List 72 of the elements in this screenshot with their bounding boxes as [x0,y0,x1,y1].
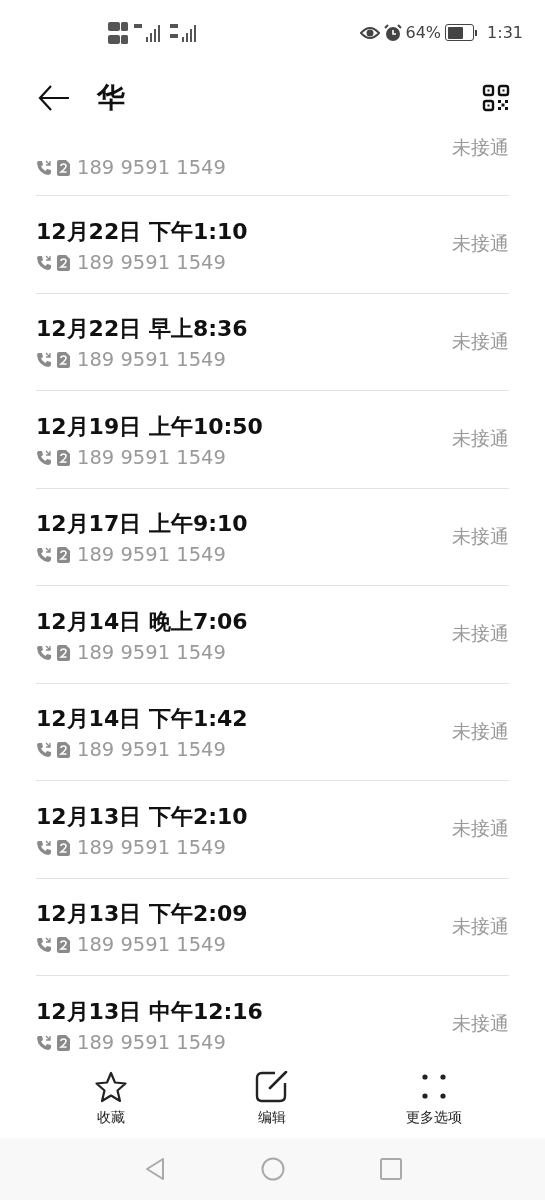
edit-icon [255,1071,290,1103]
sim-two-icon [57,1034,70,1051]
edit-button[interactable]: 编辑 [212,1071,333,1127]
phone-number: 189 9591 1549 [77,1029,226,1056]
call-date-time: 12月13日 中午12:16 [36,997,263,1026]
call-date-time: 12月17日 上午9:10 [36,510,248,539]
missed-call-icon [36,644,52,661]
call-status: 未接通 [452,231,509,257]
alarm-clock-icon [383,23,402,42]
phone-number: 189 9591 1549 [77,155,226,181]
call-status: 未接通 [452,523,509,549]
call-status: 未接通 [452,621,509,647]
missed-call-icon [36,1034,52,1051]
clock-time: 1:31 [487,23,523,42]
call-date-time: 12月22日 下午1:10 [36,217,248,246]
call-status: 未接通 [452,718,509,744]
call-log-item[interactable]: 12月22日 下午1:10 189 9591 1549 未接通 [36,196,509,294]
battery-percentage: 64% [405,23,442,42]
phone-number: 189 9591 1549 [77,249,226,276]
sim-two-icon [57,254,70,271]
missed-call-icon [36,254,52,271]
missed-call-icon [36,742,52,759]
sim-two-icon [57,839,70,856]
call-date-time: 12月14日 晚上7:06 [36,607,248,636]
sim-two-icon [57,742,70,759]
call-log-item[interactable]: 12月13日 下午2:10 189 9591 1549 未接通 [36,781,509,879]
favorite-button[interactable]: 收藏 [50,1071,171,1127]
home-nav-icon[interactable] [260,1157,285,1181]
contact-name: 华 [97,79,126,116]
call-date-time: 12月13日 下午2:09 [36,900,248,929]
call-date-time: 12月19日 上午10:50 [36,412,263,441]
sim-two-icon [57,547,70,564]
phone-number: 189 9591 1549 [77,542,226,569]
missed-call-icon [36,937,52,954]
sim-two-icon [57,644,70,661]
call-log-item[interactable]: 12月13日 下午2:09 189 9591 1549 未接通 [36,878,509,976]
missed-call-icon [36,449,52,466]
call-date-time: 12月22日 早上8:36 [36,315,248,344]
sim-two-icon [57,160,70,176]
call-log-item[interactable]: 12月14日 晚上7:06 189 9591 1549 未接通 [36,586,509,684]
call-date-time: 12月13日 下午2:10 [36,802,248,831]
call-log-item[interactable]: 12月22日 早上8:36 189 9591 1549 未接通 [36,293,509,391]
back-nav-icon[interactable] [143,1157,166,1181]
call-status: 未接通 [452,1011,509,1037]
call-date-time: 12月14日 下午1:42 [36,705,248,734]
more-options-button[interactable]: 更多选项 [374,1071,495,1127]
call-status: 未接通 [452,426,509,452]
phone-number: 189 9591 1549 [77,639,226,666]
phone-number: 189 9591 1549 [77,834,226,861]
eye-icon [359,25,380,40]
call-status: 未接通 [452,328,509,354]
sim-two-icon [57,937,70,954]
sim-two-icon [57,449,70,466]
phone-number: 189 9591 1549 [77,932,226,959]
missed-call-icon [36,160,52,176]
sim-two-icon [57,352,70,369]
phone-number: 189 9591 1549 [77,737,226,764]
call-log-item[interactable]: 12月19日 上午10:50 189 9591 1549 未接通 [36,391,509,489]
call-log-item[interactable]: 12月17日 上午9:10 189 9591 1549 未接通 [36,488,509,586]
missed-call-icon [36,839,52,856]
call-status: 未接通 [452,816,509,842]
phone-number: 189 9591 1549 [77,347,226,374]
call-log-item[interactable]: 12月14日 下午1:42 189 9591 1549 未接通 [36,683,509,781]
star-icon [93,1071,128,1103]
missed-call-icon [36,547,52,564]
missed-call-icon [36,352,52,369]
recents-nav-icon[interactable] [379,1158,402,1180]
call-status: 未接通 [452,913,509,939]
call-status: 未接通 [452,134,509,160]
qr-code-button[interactable] [482,83,510,112]
back-button[interactable] [38,84,70,111]
phone-number: 189 9591 1549 [77,444,226,471]
